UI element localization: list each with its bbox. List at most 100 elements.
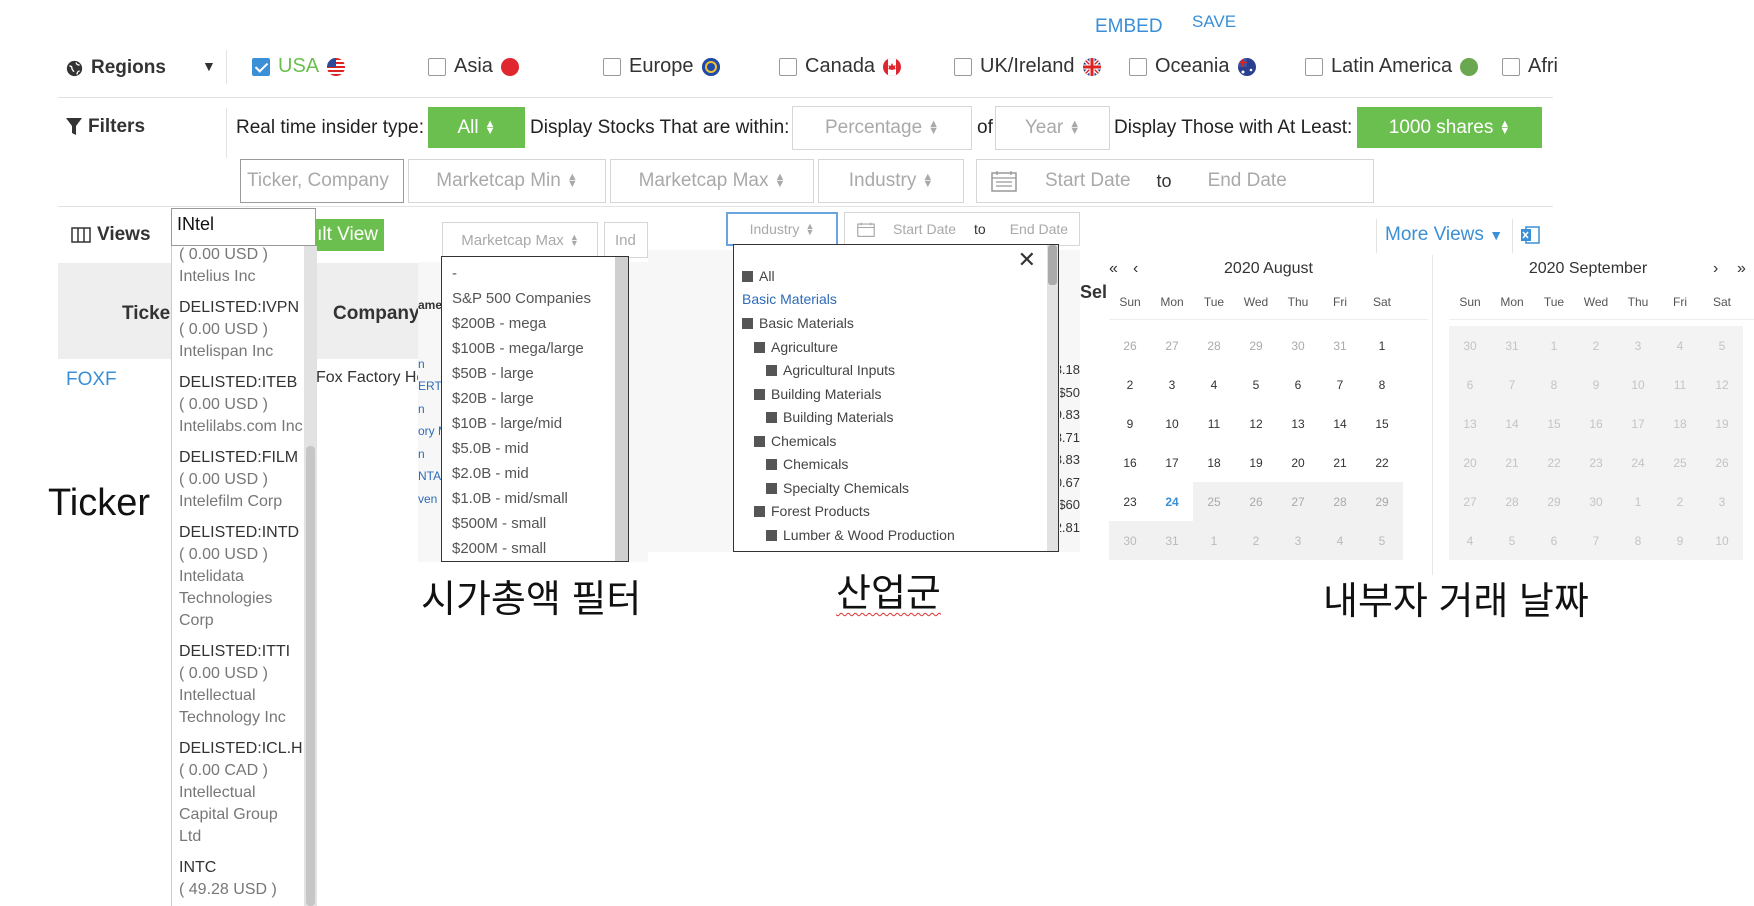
calendar-day[interactable]: 23 [1109,482,1151,521]
calendar-day[interactable]: 12 [1235,404,1277,443]
embed-button[interactable]: EMBED [1095,16,1163,38]
calendar-day[interactable]: 15 [1361,404,1403,443]
calendar-day[interactable]: 10 [1151,404,1193,443]
ticker-result-item[interactable]: ( 0.00 USD ) Intelius Inc [179,246,304,288]
calendar-day[interactable]: 7 [1491,365,1533,404]
calendar-day[interactable]: 3 [1617,326,1659,365]
marketcap-option[interactable]: $100M - small/micro [442,561,628,562]
calendar-day[interactable]: 25 [1659,443,1701,482]
ticker-result-item[interactable]: DELISTED:ITEB ( 0.00 USD ) Intelilabs.com … [179,372,304,438]
calendar-august[interactable]: « ‹ 2020 August Sun Mon Tue Wed Thu Fri Sat 26… [1109,255,1428,560]
checkbox[interactable] [603,57,621,76]
marketcap-option[interactable]: $200M - small [442,536,628,561]
marketcap-max-select[interactable]: Marketcap Max ▲ ▼ [442,222,598,258]
close-icon[interactable]: ✕ [1018,247,1036,273]
ticker-result-item[interactable]: DELISTED:ITTI ( 0.00 USD ) Intellectual Te… [179,641,304,729]
region-latin-america[interactable]: Latin America [1305,55,1479,78]
calendar-day[interactable]: 25 [1193,482,1235,521]
checkbox[interactable] [428,57,446,76]
checkbox[interactable] [252,57,270,76]
calendar-day[interactable]: 1 [1361,326,1403,365]
marketcap-option[interactable]: S&P 500 Companies [442,286,628,311]
industry-option[interactable]: Chemicals [742,453,955,477]
calendar-day[interactable]: 2 [1659,482,1701,521]
calendar-day[interactable]: 28 [1491,482,1533,521]
ticker-search-input[interactable]: INtel [171,208,316,246]
calendar-day[interactable]: 29 [1235,326,1277,365]
date-range-input[interactable]: Start Date to End Date [844,212,1080,246]
marketcap-option[interactable]: $500M - small [442,511,628,536]
calendar-day[interactable]: 11 [1193,404,1235,443]
year-select[interactable]: Year ▲ ▼ [995,106,1110,150]
calendar-day[interactable]: 8 [1617,521,1659,560]
calendar-day[interactable]: 5 [1701,326,1743,365]
region-europe[interactable]: Europe [603,55,720,78]
double-chevron-left-icon[interactable]: « [1109,260,1133,278]
industry-select-active[interactable]: Industry ▲ ▼ [726,212,838,246]
calendar-day[interactable]: 13 [1449,404,1491,443]
save-button[interactable]: SAVE [1192,12,1236,32]
calendar-day[interactable]: 30 [1277,326,1319,365]
marketcap-min-select[interactable]: Marketcap Min ▲ ▼ [408,159,606,203]
chevron-right-icon[interactable]: › [1713,260,1737,278]
ticker-column-header[interactable]: Ticke [122,303,170,325]
excel-export-icon[interactable] [1520,225,1540,245]
marketcap-option[interactable]: $2.0B - mid [442,461,628,486]
calendar-day[interactable]: 16 [1575,404,1617,443]
region-usa[interactable]: USA [252,55,346,78]
industry-select-partial[interactable]: Ind [604,222,648,258]
marketcap-dropdown[interactable]: - S&P 500 Companies $200B - mega $100B - me… [441,256,629,562]
calendar-day[interactable]: 2 [1235,521,1277,560]
marketcap-option[interactable]: $50B - large [442,361,628,386]
marketcap-option[interactable]: $5.0B - mid [442,436,628,461]
industry-option[interactable]: Lumber & Wood Production [742,524,955,548]
calendar-day[interactable]: 22 [1533,443,1575,482]
industry-option[interactable]: Chemicals [742,430,955,454]
calendar-day[interactable]: 29 [1533,482,1575,521]
ticker-result-item[interactable]: DELISTED:FILM ( 0.00 USD ) Intelefilm Corp [179,447,304,513]
calendar-day[interactable]: 6 [1533,521,1575,560]
more-views-button[interactable]: More Views ▼ [1385,224,1503,246]
chevron-down-icon[interactable]: ▼ [202,58,216,74]
calendar-day[interactable]: 9 [1575,365,1617,404]
calendar-day[interactable]: 26 [1235,482,1277,521]
checkbox[interactable] [1502,57,1520,76]
date-range-input[interactable]: Start Date to End Date [976,159,1374,203]
ticker-result-item[interactable]: DELISTED:INTD ( 0.00 USD ) Intelidata Tech… [179,522,304,632]
marketcap-option[interactable]: $1.0B - mid/small [442,486,628,511]
scrollbar[interactable] [304,246,317,906]
checkbox[interactable] [779,57,797,76]
checkbox[interactable] [1129,57,1147,76]
calendar-day[interactable]: 20 [1449,443,1491,482]
calendar-day[interactable]: 28 [1319,482,1361,521]
marketcap-option[interactable]: $20B - large [442,386,628,411]
marketcap-option[interactable]: $100B - mega/large [442,336,628,361]
calendar-day[interactable]: 19 [1235,443,1277,482]
calendar-day[interactable]: 27 [1449,482,1491,521]
region-asia[interactable]: Asia [428,55,519,78]
industry-option[interactable]: Building Materials [742,406,955,430]
industry-option[interactable]: Agriculture [742,336,955,360]
calendar-day[interactable]: 31 [1151,521,1193,560]
calendar-day[interactable]: 14 [1491,404,1533,443]
calendar-day[interactable]: 27 [1277,482,1319,521]
checkbox[interactable] [1305,57,1323,76]
calendar-day[interactable]: 30 [1449,326,1491,365]
calendar-day[interactable]: 8 [1533,365,1575,404]
chevron-left-icon[interactable]: ‹ [1133,260,1153,278]
calendar-day[interactable]: 24 [1151,482,1193,521]
calendar-day[interactable]: 1 [1617,482,1659,521]
ticker-result-item[interactable]: DELISTED:ICL.H ( 0.00 CAD ) Intellectual C… [179,738,304,848]
region-canada[interactable]: Canada [779,55,902,78]
ticker-company-input[interactable]: Ticker, Company [240,159,404,203]
calendar-day[interactable]: 24 [1617,443,1659,482]
calendar-day[interactable]: 19 [1701,404,1743,443]
industry-dropdown[interactable]: ✕ All Basic Materials Basic Materials Agr… [733,244,1059,552]
industry-option[interactable]: Basic Materials [742,312,955,336]
industry-option[interactable]: Forest Products [742,500,955,524]
industry-select[interactable]: Industry ▲ ▼ [818,159,964,203]
calendar-day[interactable]: 30 [1109,521,1151,560]
calendar-day[interactable]: 3 [1701,482,1743,521]
calendar-day[interactable]: 13 [1277,404,1319,443]
calendar-day[interactable]: 22 [1361,443,1403,482]
